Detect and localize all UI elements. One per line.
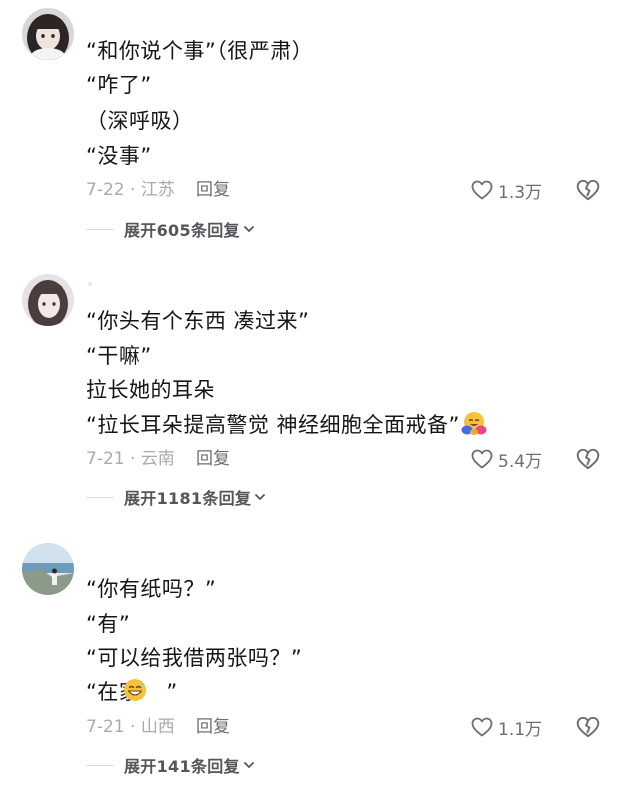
expand-replies-label: 展开605条回复 bbox=[124, 221, 240, 240]
like-button[interactable]: 1.1万 bbox=[470, 714, 542, 740]
meta-separator: · bbox=[124, 180, 141, 200]
comment-meta: 7-22 · 江苏 bbox=[86, 178, 175, 202]
comment-text-line: “你头有个东西 凑过来” bbox=[86, 309, 310, 333]
divider bbox=[86, 496, 114, 498]
comment-text-line: “你有纸吗？” bbox=[86, 577, 217, 601]
meta-separator: · bbox=[124, 717, 141, 737]
grinning-sweat-emoji bbox=[122, 677, 148, 703]
dislike-button[interactable] bbox=[575, 714, 601, 740]
comment-date: 7-22 bbox=[86, 180, 125, 200]
comment-meta: 7-21 · 山西 bbox=[86, 715, 175, 739]
comment-meta: 7-21 · 云南 bbox=[86, 447, 175, 471]
comment-location: 江苏 bbox=[140, 180, 175, 200]
hugging-face-emoji bbox=[461, 410, 487, 436]
like-count: 1.3万 bbox=[498, 182, 543, 203]
divider bbox=[86, 228, 114, 230]
heart-outline-icon bbox=[471, 449, 493, 469]
comment-date: 7-21 bbox=[86, 717, 125, 737]
comment-date: 7-21 bbox=[86, 449, 125, 469]
reply-button[interactable]: 回复 bbox=[196, 178, 230, 202]
comment-location: 云南 bbox=[140, 449, 175, 469]
broken-heart-icon bbox=[576, 448, 600, 470]
reply-button[interactable]: 回复 bbox=[196, 715, 230, 739]
like-button[interactable]: 5.4万 bbox=[470, 446, 542, 472]
comment-text-line: “和你说个事”（很严肃） bbox=[86, 39, 314, 63]
divider bbox=[86, 764, 114, 766]
meta-separator: · bbox=[124, 449, 141, 469]
comment-text-close-quote: ” bbox=[166, 680, 178, 704]
dislike-button[interactable] bbox=[575, 446, 601, 472]
expand-replies-label: 展开1181条回复 bbox=[124, 489, 252, 508]
comment-text-line: 拉长她的耳朵 bbox=[86, 378, 215, 402]
broken-heart-icon bbox=[576, 179, 600, 201]
comment-text-line: “有” bbox=[86, 612, 131, 636]
comment-text-line: “咋了” bbox=[86, 73, 152, 97]
dislike-button[interactable] bbox=[575, 177, 601, 203]
expand-replies-button[interactable]: 展开605条回复 bbox=[86, 217, 255, 241]
heart-outline-icon bbox=[471, 717, 493, 737]
avatar[interactable] bbox=[22, 8, 74, 60]
avatar[interactable] bbox=[22, 543, 74, 595]
comment-text-line: “在家 ” bbox=[86, 677, 178, 707]
username-placeholder bbox=[88, 282, 92, 286]
like-count: 5.4万 bbox=[498, 451, 543, 472]
comment-text: “拉长耳朵提高警觉 神经细胞全面戒备” bbox=[86, 413, 460, 437]
comment-location: 山西 bbox=[140, 717, 175, 737]
chevron-down-icon bbox=[243, 226, 254, 232]
avatar[interactable] bbox=[22, 274, 74, 326]
comment-text-line: “干嘛” bbox=[86, 344, 152, 368]
like-count: 1.1万 bbox=[498, 719, 543, 740]
expand-replies-button[interactable]: 展开141条回复 bbox=[86, 753, 255, 777]
expand-replies-label: 展开141条回复 bbox=[124, 757, 240, 776]
like-button[interactable]: 1.3万 bbox=[470, 177, 542, 203]
comment-text-line: “拉长耳朵提高警觉 神经细胞全面戒备” bbox=[86, 410, 487, 440]
chevron-down-icon bbox=[243, 762, 254, 768]
expand-replies-button[interactable]: 展开1181条回复 bbox=[86, 485, 266, 509]
heart-outline-icon bbox=[471, 180, 493, 200]
broken-heart-icon bbox=[576, 716, 600, 738]
comment-text-line: “没事” bbox=[86, 144, 152, 168]
comment-text-line: （深呼吸） bbox=[86, 109, 194, 133]
chevron-down-icon bbox=[255, 494, 266, 500]
reply-button[interactable]: 回复 bbox=[196, 447, 230, 471]
comment-text-line: “可以给我借两张吗？” bbox=[86, 646, 303, 670]
